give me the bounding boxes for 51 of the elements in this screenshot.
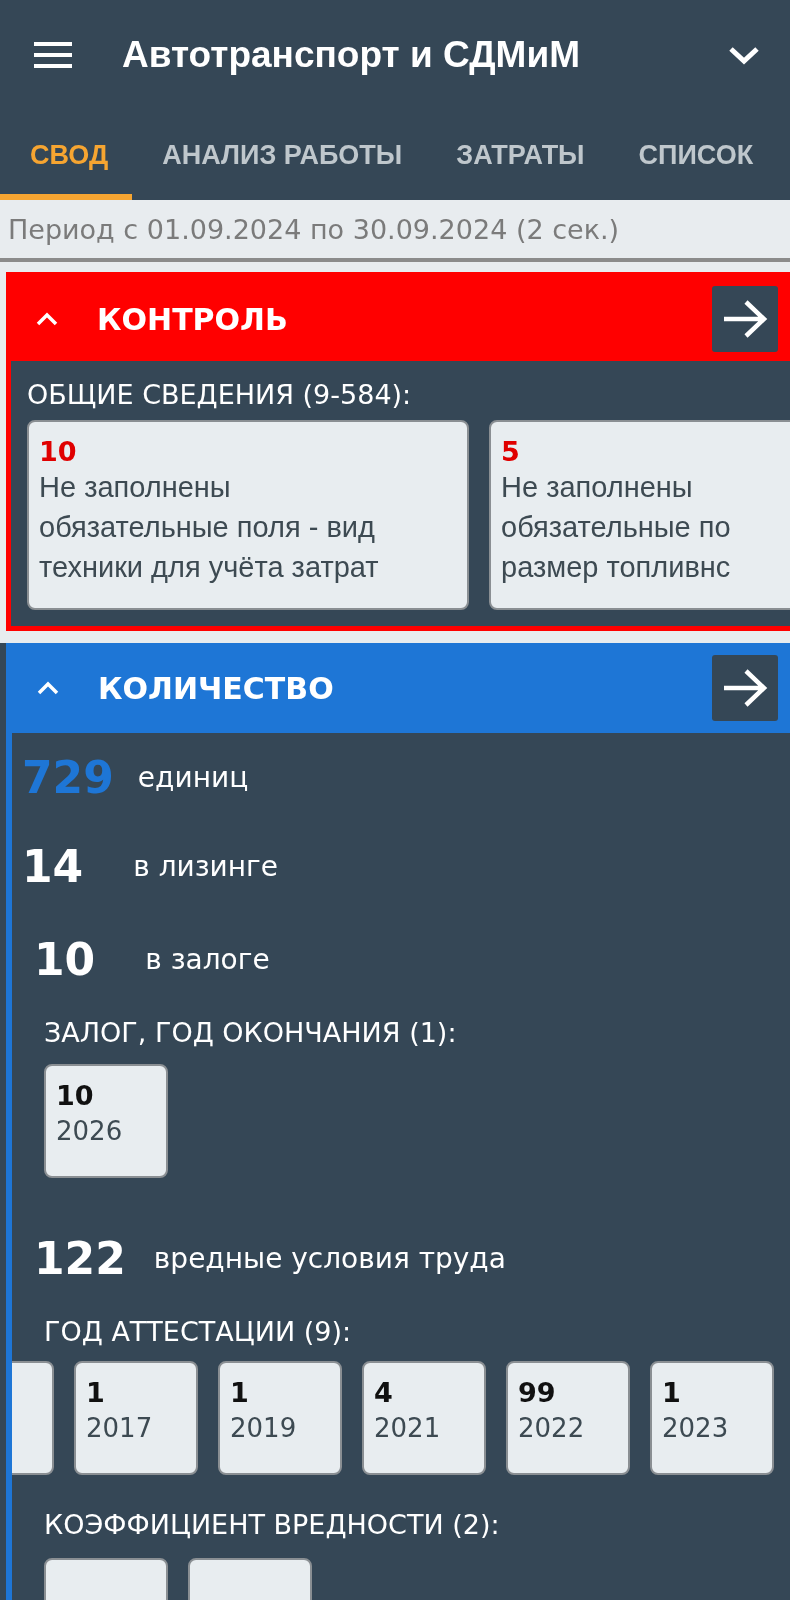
count: 5 — [501, 436, 521, 467]
year: 2023 — [662, 1412, 730, 1445]
chevron-up-icon[interactable] — [36, 680, 60, 696]
count: 10 — [39, 436, 78, 467]
year-card[interactable]: 99 2022 — [506, 1361, 630, 1475]
count: 99 — [518, 1377, 557, 1408]
chevron-up-icon[interactable] — [35, 311, 59, 327]
year: 2017 — [86, 1412, 154, 1445]
stat-value: 10 — [34, 933, 96, 985]
app-title: Автотранспорт и СДМиМ — [122, 34, 581, 76]
menu-icon[interactable] — [34, 41, 72, 69]
issue-card[interactable]: 5 Не заполнены обязательные по размер топливнс — [489, 420, 790, 610]
year-card[interactable]: 1 2023 — [650, 1361, 774, 1475]
year-card[interactable]: 4 2021 — [362, 1361, 486, 1475]
tab[interactable]: ЗАТРАТЫ — [426, 110, 609, 200]
section-title: КОНТРОЛЬ — [97, 301, 289, 337]
year: 2019 — [230, 1412, 298, 1445]
tab[interactable]: СПИСОК — [608, 110, 778, 200]
count: 1 — [86, 1377, 106, 1408]
count: 1 — [230, 1377, 250, 1408]
arrow-right-icon — [722, 668, 768, 708]
stat-label: в лизинге — [133, 849, 279, 883]
year: 2021 — [374, 1412, 442, 1445]
open-button[interactable] — [712, 286, 778, 352]
year-card[interactable]: 10 2026 — [44, 1064, 168, 1178]
group-title: ЗАЛОГ, ГОД ОКОНЧАНИЯ (1): — [43, 1016, 458, 1050]
issue-card[interactable]: 10 Не заполнены обязательные поля - вид техники для учёта затрат — [27, 420, 469, 610]
stat-value: 729 — [22, 751, 114, 803]
group-title: ГОД АТТЕСТАЦИИ (9): — [43, 1315, 352, 1349]
arrow-right-icon — [722, 299, 768, 339]
year: 2026 — [56, 1115, 124, 1148]
issue-text: Не заполнены обязательные по размер топливнс — [501, 470, 732, 585]
section-title: КОЛИЧЕСТВО — [98, 670, 335, 706]
stat-label: вредные условия труда — [153, 1241, 506, 1275]
count: 1 — [662, 1377, 682, 1408]
period-text: Период с 01.09.2024 по 30.09.2024 (2 сек.) — [0, 200, 790, 262]
year-card[interactable]: 1 2019 — [218, 1361, 342, 1475]
year-card[interactable]: 1 2017 — [74, 1361, 198, 1475]
chevron-down-icon[interactable] — [728, 45, 760, 65]
count: 4 — [374, 1377, 394, 1408]
group-title: КОЭФФИЦИЕНТ ВРЕДНОСТИ (2): — [43, 1508, 501, 1542]
group-title: ОБЩИЕ СВЕДЕНИЯ (9-584): — [26, 378, 413, 412]
year: 2022 — [518, 1412, 586, 1445]
stat-value: 14 — [22, 840, 84, 892]
issue-text: Не заполнены обязательные поля - вид техники для учёта затрат — [39, 470, 380, 585]
tab[interactable]: АНАЛИЗ РАБОТЫ — [132, 110, 427, 200]
stat-value: 122 — [34, 1232, 126, 1284]
count: 10 — [56, 1080, 95, 1111]
open-button[interactable] — [712, 655, 778, 721]
stat-label: единиц — [137, 760, 249, 794]
stat-label: в залоге — [145, 942, 270, 976]
